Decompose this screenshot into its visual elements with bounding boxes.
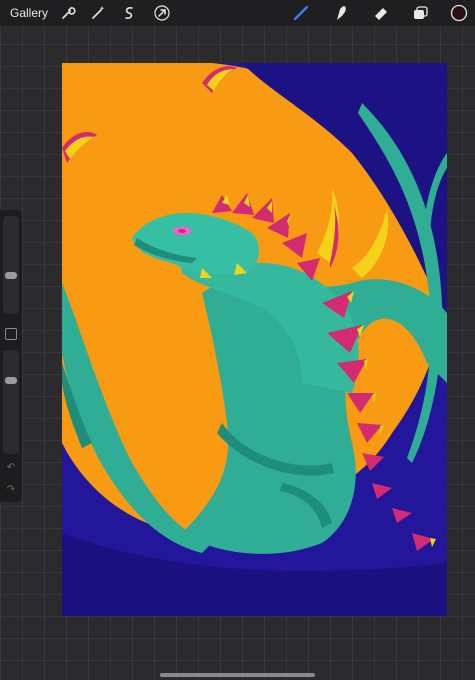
magic-wand-icon[interactable]: [89, 4, 107, 22]
layers-icon[interactable]: [411, 4, 429, 22]
gallery-button[interactable]: Gallery: [10, 6, 48, 20]
opacity-knob[interactable]: [5, 377, 17, 384]
top-toolbar: Gallery: [0, 0, 475, 26]
color-swatch[interactable]: [450, 4, 468, 22]
dragon-artwork: [62, 63, 447, 616]
redo-icon[interactable]: ↷: [4, 484, 18, 498]
undo-icon[interactable]: ↶: [4, 462, 18, 476]
brush-size-slider[interactable]: [3, 216, 19, 314]
arrow-transform-icon[interactable]: [153, 4, 171, 22]
eraser-icon[interactable]: [372, 4, 390, 22]
side-toolbar: ↶ ↷: [0, 210, 22, 502]
modify-button[interactable]: [5, 328, 17, 340]
brush-size-knob[interactable]: [5, 272, 17, 279]
selection-s-icon[interactable]: [120, 4, 138, 22]
smudge-icon[interactable]: [332, 4, 350, 22]
home-indicator: [160, 673, 315, 677]
brush-icon[interactable]: [292, 4, 310, 22]
artwork-canvas[interactable]: [62, 63, 447, 616]
wrench-icon[interactable]: [59, 4, 77, 22]
opacity-slider[interactable]: [3, 350, 19, 454]
